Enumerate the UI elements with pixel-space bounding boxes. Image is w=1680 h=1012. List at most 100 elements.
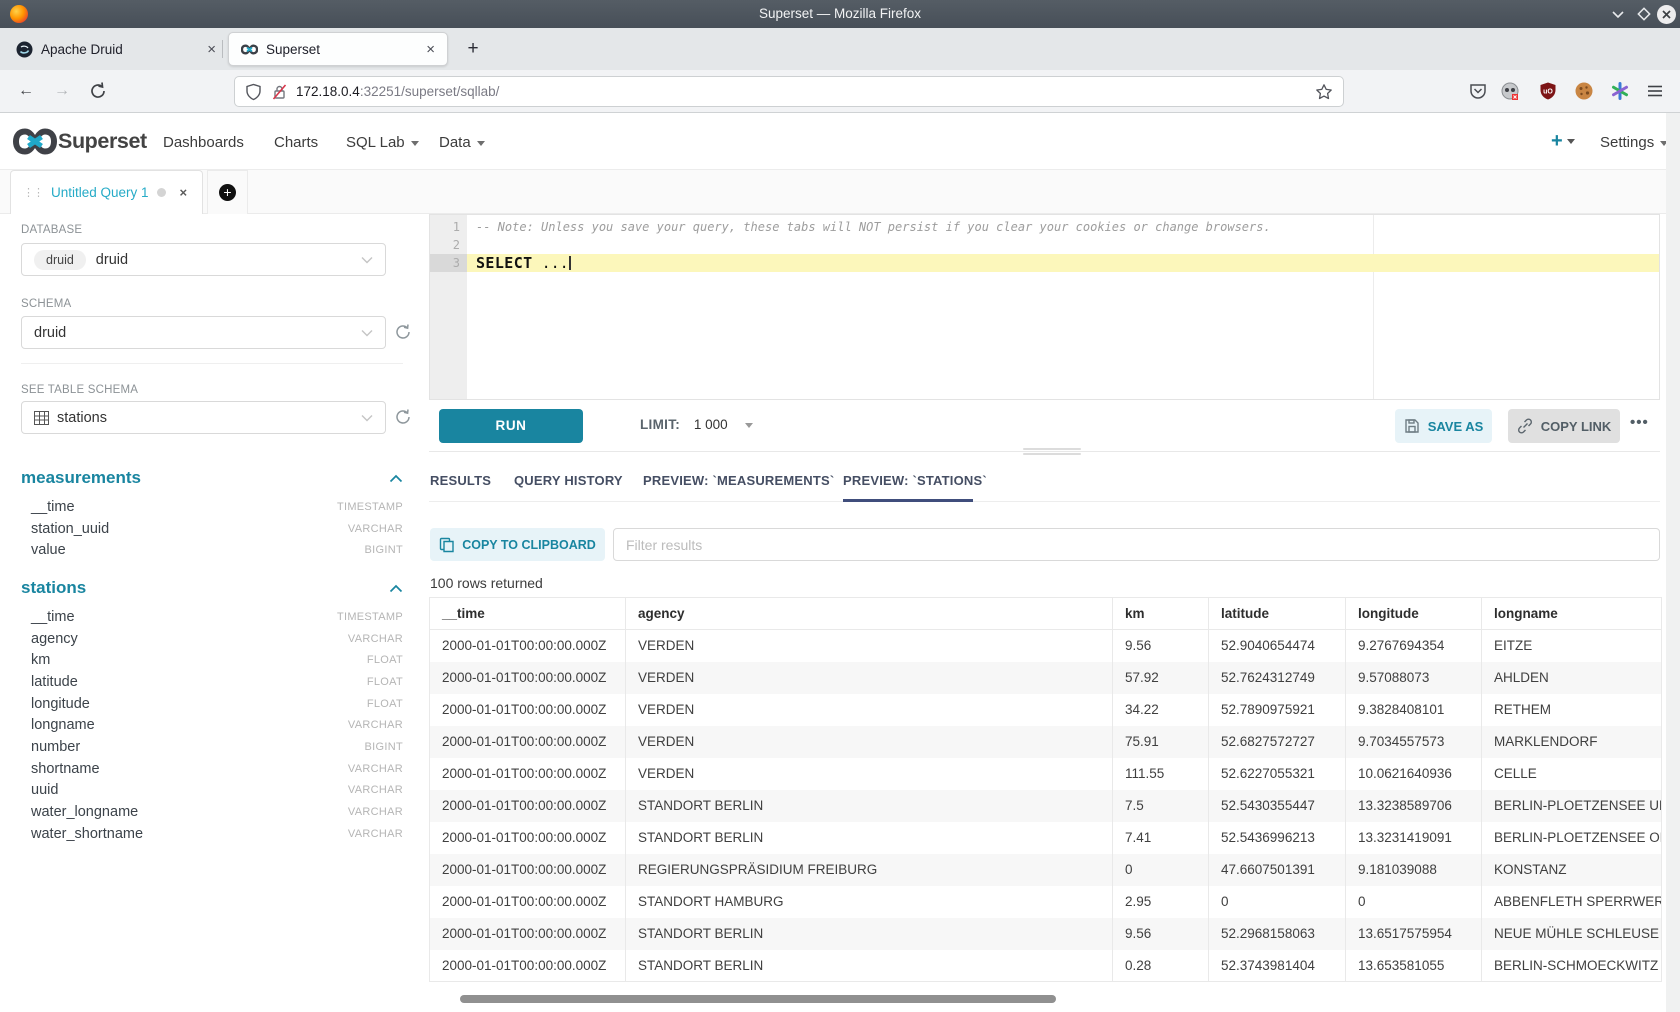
window-title: Superset — Mozilla Firefox [0, 6, 1680, 21]
results-row: 2000-01-01T00:00:00.000Z VERDEN 111.55 5… [430, 758, 1662, 790]
tab-results[interactable]: RESULTS [430, 473, 491, 488]
superset-navbar: Superset Dashboards Charts SQL Lab Data … [0, 113, 1680, 170]
cookie-extension-icon[interactable] [1574, 81, 1594, 101]
column-type: FLOAT [367, 676, 403, 688]
column-name: longitude [31, 696, 90, 712]
window-close-button[interactable] [1656, 4, 1677, 25]
refresh-table-icon[interactable] [393, 407, 413, 427]
cell-longname: EITZE [1482, 630, 1662, 662]
pane-resize-handle[interactable] [1023, 448, 1081, 458]
new-tab-button[interactable]: + [460, 36, 486, 62]
column-type: VARCHAR [348, 784, 403, 796]
print-margin [1373, 215, 1374, 399]
col-header[interactable]: longitude [1346, 598, 1482, 630]
nav-data[interactable]: Data [439, 134, 485, 151]
column-name: water_shortname [31, 826, 143, 842]
more-options-button[interactable]: ••• [1630, 414, 1649, 431]
tab-query-history[interactable]: QUERY HISTORY [514, 473, 623, 488]
nav-sql-lab[interactable]: SQL Lab [346, 134, 419, 151]
tab-title: Superset [266, 42, 320, 57]
tab-close-icon[interactable]: × [207, 41, 216, 58]
cell-agency: STANDORT HAMBURG [626, 886, 1113, 918]
pocket-icon[interactable] [1468, 81, 1488, 101]
bookmark-star-icon[interactable] [1315, 83, 1333, 101]
measurements-columns: __time TIMESTAMP station_uuid VARCHAR va… [21, 496, 403, 561]
col-header[interactable]: latitude [1209, 598, 1346, 630]
nav-settings[interactable]: Settings [1600, 134, 1668, 151]
superset-logo [13, 128, 57, 155]
tab-preview-stations[interactable]: PREVIEW: `STATIONS` [843, 473, 987, 488]
copy-to-clipboard-button[interactable]: COPY TO CLIPBOARD [430, 528, 605, 561]
chevron-down-icon [361, 414, 373, 422]
save-as-button[interactable]: SAVE AS [1395, 409, 1492, 443]
cell-longname: RETHEM [1482, 694, 1662, 726]
cell-longname: CELLE [1482, 758, 1662, 790]
col-header[interactable]: longname [1482, 598, 1662, 630]
add-query-tab-button[interactable]: + [207, 170, 248, 214]
table-schema-stations[interactable]: stations [21, 578, 403, 598]
column-type: VARCHAR [348, 828, 403, 840]
line-number: 3 [430, 254, 460, 272]
nav-add-button[interactable]: + [1551, 130, 1575, 153]
superset-favicon [241, 41, 258, 58]
query-tab-close-icon[interactable]: × [180, 185, 188, 200]
chevron-up-icon[interactable] [389, 474, 403, 483]
schema-column-row: station_uuid VARCHAR [21, 518, 403, 540]
nav-dashboards[interactable]: Dashboards [163, 134, 244, 151]
browser-tab-superset[interactable]: Superset × [228, 32, 448, 66]
limit-dropdown[interactable]: LIMIT: 1 000 [640, 417, 753, 432]
back-button[interactable]: ← [13, 78, 39, 104]
copy-link-button[interactable]: COPY LINK [1508, 409, 1620, 443]
cell-longitude: 9.181039088 [1346, 854, 1482, 886]
horizontal-scrollbar-thumb[interactable] [460, 995, 1056, 1003]
cell-time: 2000-01-01T00:00:00.000Z [430, 822, 626, 854]
results-row: 2000-01-01T00:00:00.000Z VERDEN 34.22 52… [430, 694, 1662, 726]
browser-tab-apache-druid[interactable]: Apache Druid × [16, 28, 216, 70]
table-schema-measurements[interactable]: measurements [21, 468, 403, 488]
filter-results-input[interactable] [613, 528, 1660, 561]
col-header[interactable]: km [1113, 598, 1209, 630]
chevron-up-icon[interactable] [389, 584, 403, 593]
cell-agency: VERDEN [626, 694, 1113, 726]
url-bar[interactable]: 172.18.0.4:32251/superset/sqllab/ [234, 76, 1344, 107]
cell-longitude: 10.0621640936 [1346, 758, 1482, 790]
window-minimize-button[interactable] [1608, 4, 1629, 25]
privacy-extension-icon[interactable] [1500, 81, 1520, 101]
plus-circle-icon: + [219, 184, 236, 201]
schema-column-row: number BIGINT [21, 736, 403, 758]
reload-button[interactable] [85, 78, 111, 104]
schema-select[interactable]: druid [21, 316, 386, 349]
forward-button[interactable]: → [49, 78, 75, 104]
cell-time: 2000-01-01T00:00:00.000Z [430, 630, 626, 662]
cell-longitude: 13.653581055 [1346, 950, 1482, 982]
query-tab-untitled[interactable]: ⋮⋮ Untitled Query 1 × [10, 170, 203, 214]
nav-charts[interactable]: Charts [274, 134, 318, 151]
cell-km: 7.41 [1113, 822, 1209, 854]
tab-close-icon[interactable]: × [426, 41, 435, 58]
table-icon [34, 411, 49, 425]
tab-preview-measurements[interactable]: PREVIEW: `MEASUREMENTS` [643, 473, 834, 488]
extension-asterisk-icon[interactable] [1610, 81, 1630, 101]
cell-longitude: 9.57088073 [1346, 662, 1482, 694]
refresh-schema-icon[interactable] [393, 322, 413, 342]
run-button[interactable]: RUN [439, 409, 583, 443]
window-maximize-button[interactable] [1634, 4, 1655, 25]
schema-column-row: shortname VARCHAR [21, 758, 403, 780]
page-scrollbar-track[interactable] [1666, 113, 1680, 1012]
superset-wordmark: Superset [58, 129, 147, 154]
col-header[interactable]: __time [430, 598, 626, 630]
database-select[interactable]: druid druid [21, 243, 386, 276]
table-select[interactable]: stations [21, 401, 386, 434]
cell-km: 2.95 [1113, 886, 1209, 918]
col-header[interactable]: agency [626, 598, 1113, 630]
column-type: FLOAT [367, 654, 403, 666]
schema-column-row: km FLOAT [21, 649, 403, 671]
editor-active-line: SELECT ... [467, 254, 1659, 272]
cell-agency: REGIERUNGSPRÄSIDIUM FREIBURG [626, 854, 1113, 886]
sql-editor[interactable]: 1 2 3 -- Note: Unless you save your quer… [429, 214, 1660, 400]
cell-longitude: 13.3231419091 [1346, 822, 1482, 854]
hamburger-menu-icon[interactable] [1645, 81, 1665, 101]
ublock-icon[interactable]: uO [1538, 81, 1558, 101]
column-type: VARCHAR [348, 763, 403, 775]
save-icon [1404, 418, 1420, 434]
